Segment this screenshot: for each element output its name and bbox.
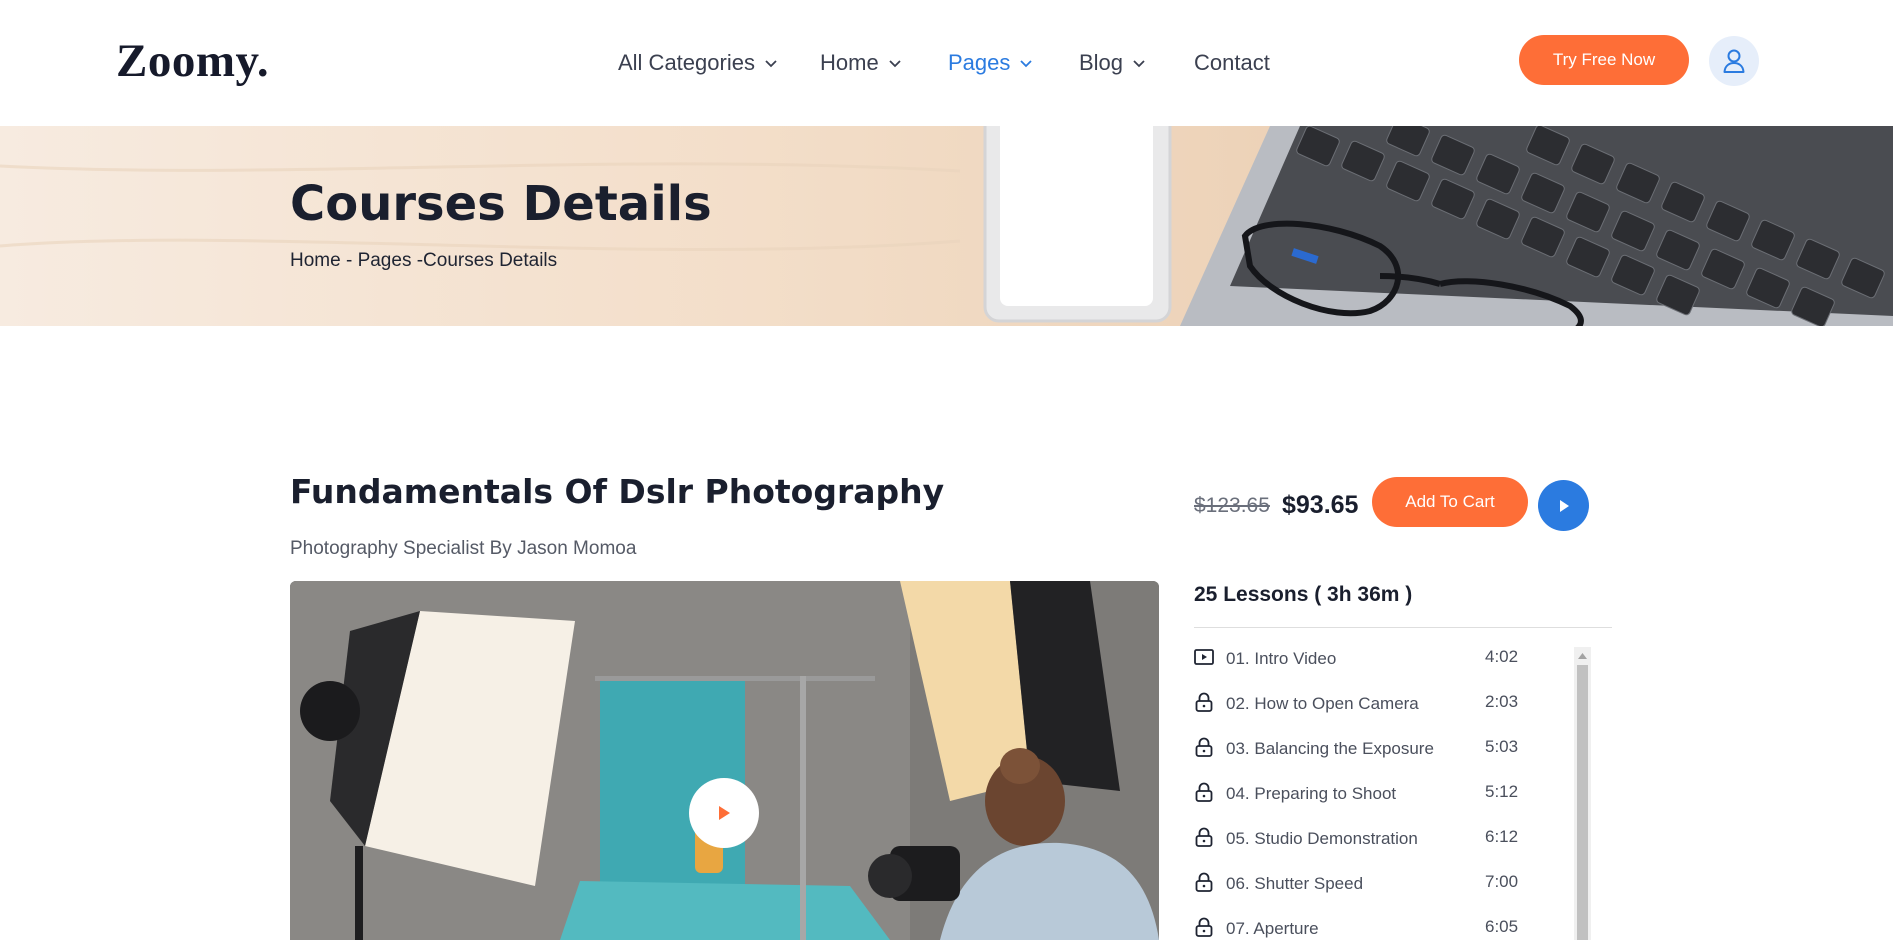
banner-background-image: [0, 126, 1893, 326]
lesson-title: 07. Aperture: [1226, 919, 1319, 938]
nav-home[interactable]: Home: [820, 48, 903, 78]
sale-price: $93.65: [1282, 491, 1359, 519]
course-video-preview[interactable]: [290, 581, 1159, 940]
lesson-title: 06. Shutter Speed: [1226, 874, 1364, 893]
lesson-item[interactable]: 02. How to Open Camera 2:03: [1194, 688, 1524, 728]
lesson-item[interactable]: 01. Intro Video 4:02: [1194, 643, 1524, 683]
divider: [1194, 627, 1612, 628]
lesson-item[interactable]: 05. Studio Demonstration 6:12: [1194, 823, 1524, 863]
nav-label: Pages: [948, 50, 1011, 75]
nav-all-categories[interactable]: All Categories: [618, 48, 779, 78]
lock-icon: [1195, 827, 1213, 847]
nav-label: Contact: [1194, 50, 1270, 75]
lesson-title: 05. Studio Demonstration: [1226, 829, 1418, 848]
lock-icon: [1195, 737, 1213, 757]
lock-icon: [1195, 917, 1213, 937]
chevron-down-icon: [765, 60, 777, 68]
site-header: Zoomy. All Categories Home Pages Blog Co…: [0, 0, 1893, 126]
preview-play-button[interactable]: [1538, 480, 1589, 531]
lesson-duration: 2:03: [1485, 692, 1519, 711]
lesson-duration: 5:03: [1485, 737, 1519, 756]
lesson-duration: 6:12: [1485, 827, 1519, 846]
lesson-duration: 5:12: [1485, 782, 1519, 801]
lesson-duration: 6:05: [1485, 917, 1519, 936]
video-play-button[interactable]: [689, 778, 759, 848]
breadcrumb: Home - Pages -Courses Details: [290, 250, 558, 271]
page-title: Courses Details: [290, 176, 712, 232]
play-icon: [719, 806, 730, 820]
lesson-title: 02. How to Open Camera: [1226, 694, 1419, 713]
site-logo[interactable]: Zoomy.: [116, 34, 269, 88]
try-free-now-button[interactable]: Try Free Now: [1519, 35, 1689, 85]
lesson-item[interactable]: 03. Balancing the Exposure 5:03: [1194, 733, 1524, 773]
course-instructor: Photography Specialist By Jason Momoa: [290, 538, 637, 559]
lesson-duration: 7:00: [1485, 872, 1519, 891]
lesson-item[interactable]: 07. Aperture 6:05: [1194, 913, 1524, 940]
play-icon: [1559, 499, 1569, 512]
nav-contact[interactable]: Contact: [1194, 48, 1270, 78]
lesson-list: 01. Intro Video 4:02 02. How to Open Cam…: [1194, 643, 1524, 940]
user-account-button[interactable]: [1709, 36, 1759, 86]
lesson-duration: 4:02: [1485, 647, 1519, 666]
chevron-down-icon: [889, 60, 901, 68]
scroll-thumb[interactable]: [1577, 665, 1588, 940]
course-title: Fundamentals Of Dslr Photography: [290, 472, 945, 511]
play-video-icon: [1194, 649, 1214, 665]
nav-label: All Categories: [618, 50, 755, 75]
lesson-item[interactable]: 04. Preparing to Shoot 5:12: [1194, 778, 1524, 818]
lesson-title: 04. Preparing to Shoot: [1226, 784, 1397, 803]
page-banner: Courses Details Home - Pages -Courses De…: [0, 126, 1893, 326]
add-to-cart-button[interactable]: Add To Cart: [1372, 477, 1528, 527]
lesson-list-scrollbar[interactable]: [1574, 647, 1591, 940]
scroll-up-arrow-icon[interactable]: [1574, 647, 1591, 664]
lesson-title: 01. Intro Video: [1226, 649, 1337, 668]
chevron-down-icon: [1133, 60, 1145, 68]
video-thumbnail-image: [290, 581, 1159, 940]
user-icon: [1723, 49, 1745, 73]
lock-icon: [1195, 872, 1213, 892]
lesson-title: 03. Balancing the Exposure: [1226, 739, 1434, 758]
lock-icon: [1195, 692, 1213, 712]
chevron-down-icon: [1020, 60, 1033, 68]
lock-icon: [1195, 782, 1213, 802]
lessons-heading: 25 Lessons ( 3h 36m ): [1194, 583, 1413, 606]
lesson-item[interactable]: 06. Shutter Speed 7:00: [1194, 868, 1524, 908]
nav-blog[interactable]: Blog: [1079, 48, 1147, 78]
original-price: $123.65: [1194, 494, 1270, 517]
nav-label: Home: [820, 50, 879, 75]
nav-label: Blog: [1079, 50, 1124, 75]
nav-pages[interactable]: Pages: [948, 48, 1034, 78]
